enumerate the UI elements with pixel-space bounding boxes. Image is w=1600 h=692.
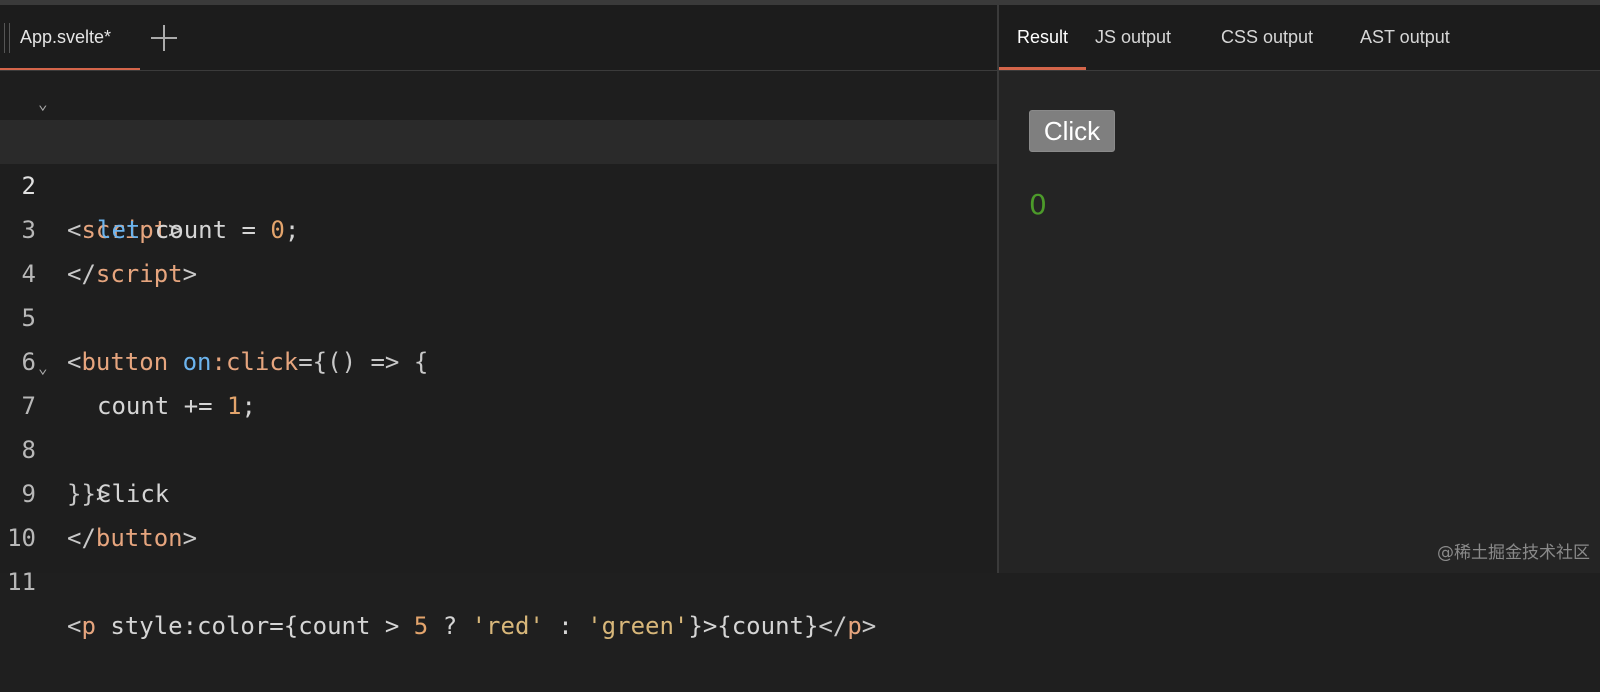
code-line[interactable]: 1 ⌄ <script> bbox=[0, 76, 997, 244]
output-tab-bar: Result JS output CSS output AST output bbox=[999, 5, 1600, 71]
watermark: @稀土掘金技术社区 bbox=[1437, 543, 1590, 563]
tab-js-output[interactable]: JS output bbox=[1095, 5, 1171, 70]
code-line-active[interactable]: 2 let count = 0; bbox=[0, 120, 997, 244]
file-tab-label: App.svelte* bbox=[20, 27, 112, 47]
code-text: <p style:color={count > 5 ? 'red' : 'gre… bbox=[67, 612, 877, 640]
code-line[interactable]: 9 </button> bbox=[0, 428, 997, 552]
code-line[interactable]: 11 <p style:color={count > 5 ? 'red' : '… bbox=[0, 516, 997, 640]
preview-count-text: 0 bbox=[1029, 188, 1047, 221]
code-line[interactable]: 7 ⌄ }}> bbox=[0, 340, 997, 508]
editor-tab-bar: App.svelte* bbox=[0, 5, 997, 71]
code-line[interactable]: 4 bbox=[0, 208, 997, 288]
code-line[interactable]: 5 <button on:click={() => { bbox=[0, 252, 997, 376]
code-area[interactable]: 1 ⌄ <script> 2 let count = 0; 3 </script… bbox=[0, 76, 997, 640]
tab-css-output[interactable]: CSS output bbox=[1221, 5, 1313, 70]
file-tab-app-svelte[interactable]: App.svelte* bbox=[0, 5, 140, 70]
add-file-button[interactable] bbox=[151, 25, 177, 51]
code-line[interactable]: 3 </script> bbox=[0, 164, 997, 288]
preview-click-button[interactable]: Click bbox=[1029, 110, 1115, 152]
tab-result[interactable]: Result bbox=[999, 5, 1087, 70]
output-pane: Result JS output CSS output AST output C… bbox=[999, 5, 1600, 573]
tab-ast-output[interactable]: AST output bbox=[1360, 5, 1450, 70]
code-line[interactable]: 10 bbox=[0, 472, 997, 552]
code-editor-pane: App.svelte* 1 ⌄ <script> 2 let count = 0… bbox=[0, 5, 997, 640]
code-line[interactable]: 6 count += 1; bbox=[0, 296, 997, 420]
code-line[interactable]: 8 Click bbox=[0, 384, 997, 508]
line-number: 11 bbox=[7, 568, 36, 596]
